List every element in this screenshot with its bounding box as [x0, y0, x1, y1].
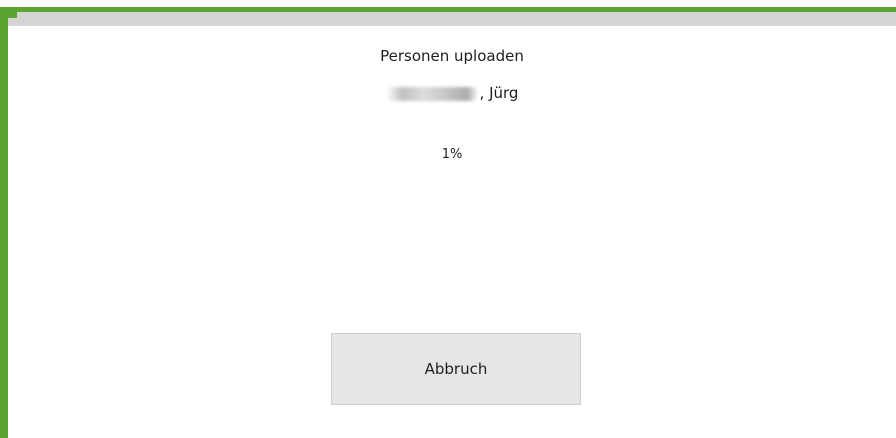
current-person: , Jürg	[8, 82, 896, 104]
progress-percent: 1%	[441, 147, 463, 162]
progress-track	[8, 12, 896, 26]
dialog-title: Personen uploaden	[380, 47, 524, 65]
progress-bar-fill	[8, 12, 17, 18]
redacted-surname	[385, 86, 478, 101]
person-first-name: Jürg	[489, 84, 519, 102]
person-separator: ,	[479, 84, 485, 102]
accent-border-left	[0, 7, 8, 438]
accent-border-top	[0, 7, 896, 12]
cancel-button[interactable]: Abbruch	[331, 333, 581, 405]
upload-dialog: Personen uploaden , Jürg 1% Abbruch	[0, 0, 896, 438]
dialog-content: Personen uploaden , Jürg 1% Abbruch	[8, 26, 896, 438]
